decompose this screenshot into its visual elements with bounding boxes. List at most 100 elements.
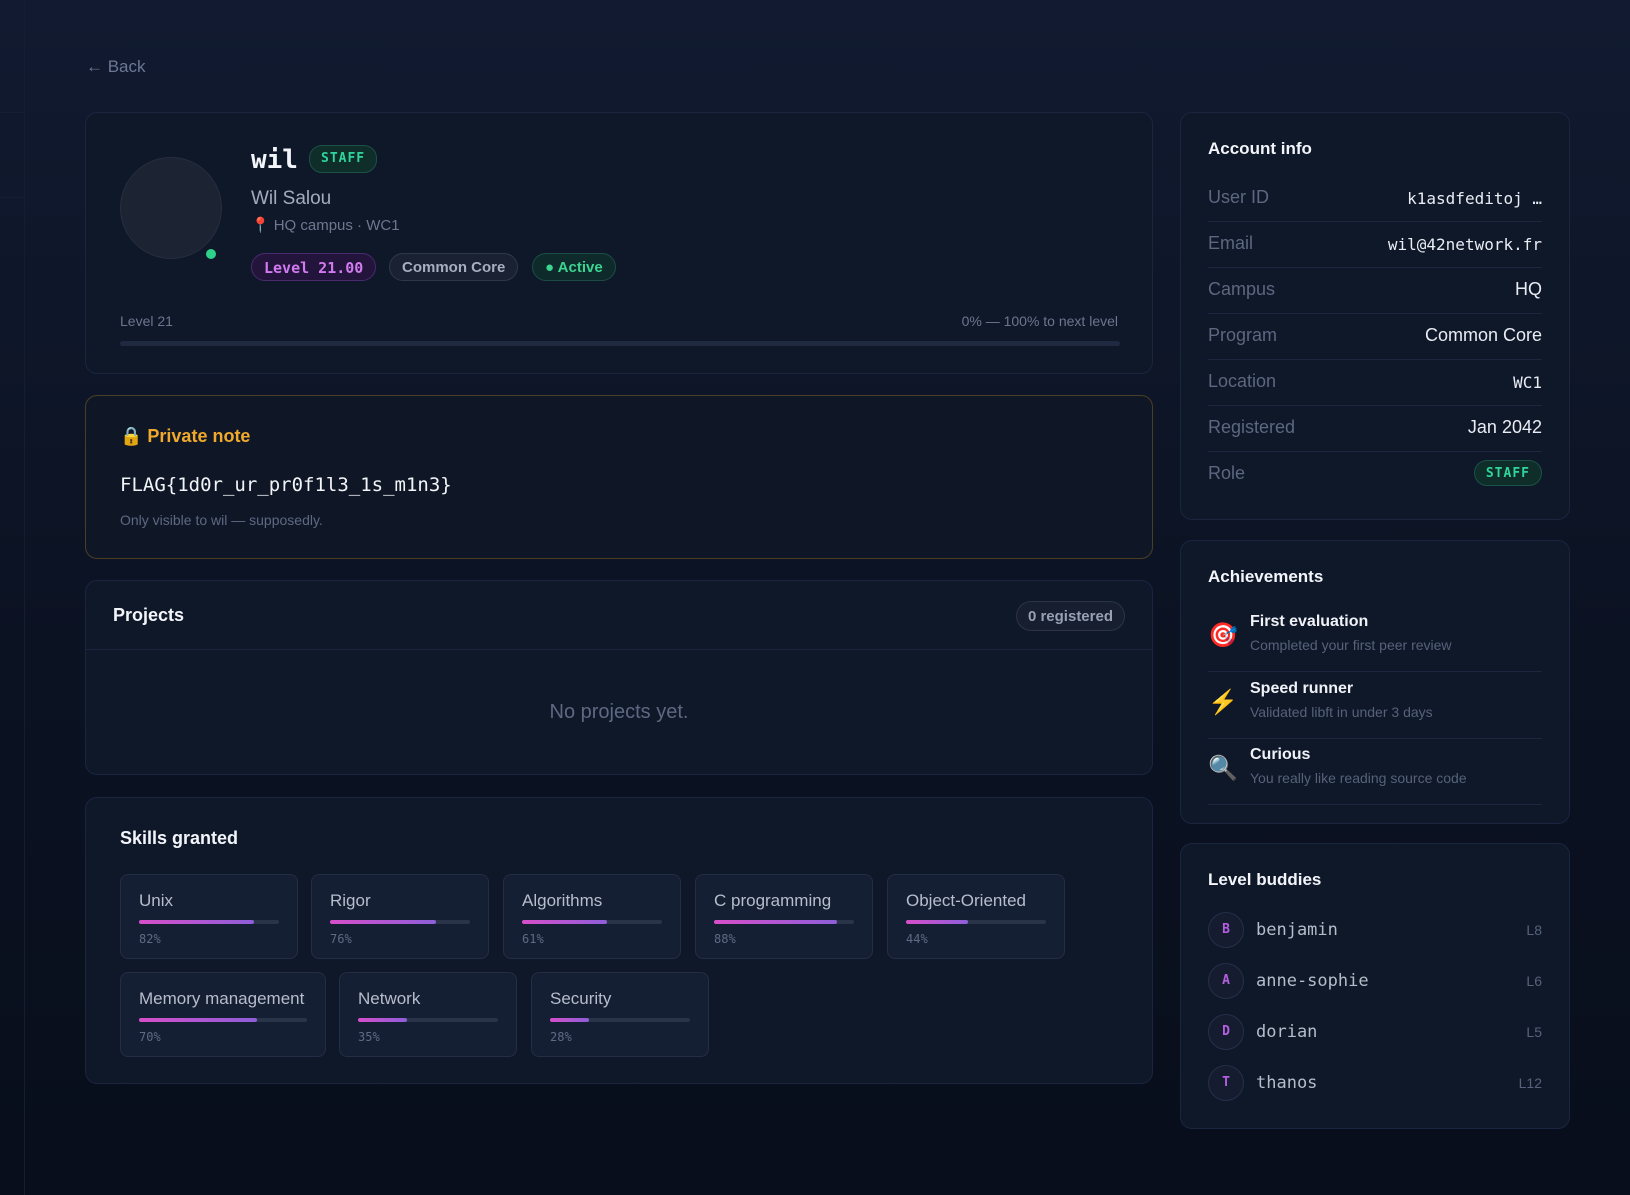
buddy-login[interactable]: dorian xyxy=(1256,1022,1317,1042)
target-icon: 🎯 xyxy=(1208,622,1238,649)
achievement-name: First evaluation xyxy=(1250,613,1369,630)
skill-percent: 82% xyxy=(139,932,161,946)
online-status-dot xyxy=(206,249,216,259)
account-row-campus: Campus HQ xyxy=(1208,267,1542,314)
skill-bar xyxy=(906,920,1046,924)
skill-bar-fill xyxy=(358,1018,407,1022)
account-row-email: Email wil@42network.fr xyxy=(1208,221,1542,268)
skill-percent: 28% xyxy=(550,1030,572,1044)
achievements-card: Achievements 🎯 First evaluation Complete… xyxy=(1180,540,1570,824)
location: 📍 HQ campus · WC1 xyxy=(251,216,400,234)
level-progress-bar xyxy=(120,341,1120,346)
account-info-card: Account info User ID k1asdfeditoj … Emai… xyxy=(1180,112,1570,520)
account-row-location: Location WC1 xyxy=(1208,359,1542,406)
projects-divider xyxy=(86,649,1152,650)
username: wil xyxy=(251,145,298,175)
skill-bar-fill xyxy=(906,920,968,924)
skill-tile: Memory management 70% xyxy=(120,972,326,1057)
side-rail xyxy=(0,0,25,1195)
buddy-avatar: B xyxy=(1208,912,1244,948)
achievements-title: Achievements xyxy=(1208,567,1324,586)
skill-tile: C programming 88% xyxy=(695,874,873,959)
info-key: User ID xyxy=(1208,187,1270,207)
skill-name: Security xyxy=(550,989,612,1008)
skill-bar-fill xyxy=(522,920,608,924)
skill-tile: Object-Oriented 44% xyxy=(887,874,1065,959)
level-label: Level 21 xyxy=(120,313,173,329)
level-buddies-title: Level buddies xyxy=(1208,870,1322,889)
info-key: Role xyxy=(1208,463,1246,483)
level-progress-text: 0% — 100% to next level xyxy=(961,313,1118,329)
skill-percent: 61% xyxy=(522,932,544,946)
achievement-item: 🔍 Curious You really like reading source… xyxy=(1208,738,1542,805)
skill-percent: 70% xyxy=(139,1030,161,1044)
achievement-name: Speed runner xyxy=(1250,680,1354,697)
skill-percent: 88% xyxy=(714,932,736,946)
account-row-user-id: User ID k1asdfeditoj … xyxy=(1208,175,1542,222)
buddy-level: L8 xyxy=(1526,922,1542,938)
skills-card: Skills granted Unix 82% Rigor 76% Algori… xyxy=(85,797,1153,1084)
buddy-item[interactable]: T thanos L12 xyxy=(1208,1065,1542,1105)
private-note-hint: Only visible to wil — supposedly. xyxy=(120,512,323,528)
lightning-icon: ⚡ xyxy=(1208,689,1238,716)
projects-empty-text: No projects yet. xyxy=(549,701,689,723)
status-pill: ● Active xyxy=(532,253,616,281)
account-row-program: Program Common Core xyxy=(1208,313,1542,360)
back-link[interactable]: ← Back xyxy=(86,57,146,77)
achievement-item: ⚡ Speed runner Validated libft in under … xyxy=(1208,672,1542,739)
skill-bar-fill xyxy=(330,920,437,924)
account-info-title: Account info xyxy=(1208,139,1312,158)
private-note-content[interactable]: FLAG{1d0r_ur_pr0f1l3_1s_m1n3} xyxy=(120,474,452,496)
profile-card: wil STAFF Wil Salou 📍 HQ campus · WC1 Lev… xyxy=(85,112,1153,374)
skill-name: Rigor xyxy=(330,891,371,910)
skill-name: Unix xyxy=(139,891,174,910)
info-value: k1asdfeditoj … xyxy=(1407,189,1542,208)
buddy-login[interactable]: benjamin xyxy=(1256,920,1338,940)
full-name: Wil Salou xyxy=(251,188,332,209)
skill-tile: Rigor 76% xyxy=(311,874,489,959)
skill-name: Network xyxy=(358,989,421,1008)
achievement-desc: You really like reading source code xyxy=(1250,770,1467,786)
buddy-login[interactable]: thanos xyxy=(1256,1073,1317,1093)
buddy-login[interactable]: anne-sophie xyxy=(1256,971,1369,991)
skill-name: Memory management xyxy=(139,989,305,1008)
skill-bar xyxy=(522,920,662,924)
skill-bar xyxy=(139,920,279,924)
skill-tile: Security 28% xyxy=(531,972,709,1057)
projects-count-badge: 0 registered xyxy=(1015,601,1125,631)
buddy-item[interactable]: A anne-sophie L6 xyxy=(1208,963,1542,1003)
info-key: Registered xyxy=(1208,417,1296,437)
skill-percent: 35% xyxy=(358,1030,380,1044)
skill-bar xyxy=(330,920,470,924)
achievement-desc: Validated libft in under 3 days xyxy=(1250,704,1433,720)
info-value: Jan 2042 xyxy=(1467,417,1542,437)
buddy-avatar: A xyxy=(1208,963,1244,999)
account-row-registered: Registered Jan 2042 xyxy=(1208,405,1542,452)
side-rail-segment xyxy=(0,112,24,198)
skill-bar-fill xyxy=(139,920,254,924)
achievement-item: 🎯 First evaluation Completed your first … xyxy=(1208,605,1542,672)
level-buddies-card: Level buddies B benjamin L8 A anne-sophi… xyxy=(1180,843,1570,1129)
skill-tile: Algorithms 61% xyxy=(503,874,681,959)
info-value: wil@42network.fr xyxy=(1387,235,1542,254)
pin-icon: 📍 xyxy=(251,217,270,234)
private-note-title: 🔒 Private note xyxy=(120,426,251,446)
skill-bar-fill xyxy=(139,1018,257,1022)
skill-name: Algorithms xyxy=(522,891,603,910)
info-key: Location xyxy=(1208,371,1277,391)
staff-badge: STAFF xyxy=(309,145,378,173)
projects-card: Projects 0 registered No projects yet. xyxy=(85,580,1153,775)
buddy-level: L12 xyxy=(1518,1075,1542,1091)
buddy-level: L6 xyxy=(1526,973,1542,989)
buddy-item[interactable]: B benjamin L8 xyxy=(1208,912,1542,952)
info-value: Common Core xyxy=(1424,325,1542,345)
achievement-desc: Completed your first peer review xyxy=(1250,637,1452,653)
info-key: Email xyxy=(1208,233,1254,253)
account-row-role: Role STAFF xyxy=(1208,451,1542,497)
info-value: HQ xyxy=(1515,279,1542,299)
buddy-item[interactable]: D dorian L5 xyxy=(1208,1014,1542,1054)
buddy-avatar: T xyxy=(1208,1065,1244,1101)
skill-bar xyxy=(550,1018,690,1022)
info-value: WC1 xyxy=(1513,373,1542,392)
buddy-level: L5 xyxy=(1526,1024,1542,1040)
